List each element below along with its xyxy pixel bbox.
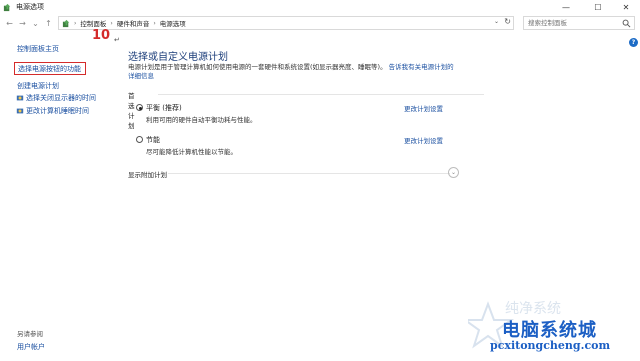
plan-radio[interactable] bbox=[136, 136, 143, 143]
close-button[interactable]: ✕ bbox=[612, 0, 640, 14]
sidebar-item-label: 创建电源计划 bbox=[17, 82, 59, 90]
change-plan-settings-link[interactable]: 更改计划设置 bbox=[404, 135, 443, 145]
breadcrumb-separator: › bbox=[110, 19, 113, 27]
search-input[interactable] bbox=[528, 19, 618, 27]
help-button[interactable]: ? bbox=[629, 38, 638, 47]
title-bar: 电源选项 bbox=[0, 0, 640, 14]
sidebar-home-link[interactable]: 控制面板主页 bbox=[17, 44, 59, 54]
breadcrumb-separator: › bbox=[74, 19, 77, 27]
user-accounts-link[interactable]: 用户帐户 bbox=[17, 342, 45, 352]
sidebar: 控制面板主页 选择电源按钮的功能 创建电源计划 选择关闭显示器的时间 更改计算机… bbox=[0, 32, 112, 361]
show-more-plans-label: 显示附加计划 bbox=[128, 171, 167, 179]
search-icon[interactable] bbox=[622, 19, 631, 28]
sidebar-item-label: 更改计算机睡眠时间 bbox=[26, 107, 89, 115]
back-button[interactable]: ← bbox=[3, 16, 16, 30]
address-dropdown-icon[interactable]: ⌄ bbox=[494, 18, 499, 25]
sidebar-item-sleep-time[interactable]: 更改计算机睡眠时间 bbox=[16, 106, 89, 116]
power-plan-icon bbox=[16, 95, 24, 101]
see-also-heading: 另请参阅 bbox=[17, 330, 43, 338]
sidebar-item-display-off[interactable]: 选择关闭显示器的时间 bbox=[16, 93, 96, 103]
sidebar-item-label: 选择电源按钮的功能 bbox=[18, 64, 81, 73]
breadcrumb-hardware-sound[interactable]: 硬件和声音 bbox=[117, 18, 150, 28]
sidebar-item-create-plan[interactable]: 创建电源计划 bbox=[17, 81, 59, 91]
breadcrumb-separator: › bbox=[153, 19, 156, 27]
power-options-icon bbox=[3, 3, 11, 11]
refresh-icon[interactable]: ↻ bbox=[504, 17, 511, 26]
breadcrumb-power-options[interactable]: 电源选项 bbox=[160, 18, 186, 28]
minimize-button[interactable]: — bbox=[552, 0, 580, 14]
section-divider bbox=[168, 173, 450, 174]
sidebar-item-power-button[interactable]: 选择电源按钮的功能 bbox=[14, 62, 86, 75]
plan-name[interactable]: 节能 bbox=[146, 135, 160, 145]
window-title: 电源选项 bbox=[16, 3, 44, 11]
expand-chevron-icon[interactable]: ⌄ bbox=[448, 167, 459, 178]
up-button[interactable]: ↑ bbox=[42, 16, 55, 30]
plan-description: 利用可用的硬件自动平衡功耗与性能。 bbox=[146, 116, 257, 124]
plan-radio-selected[interactable] bbox=[136, 104, 143, 111]
change-plan-settings-link[interactable]: 更改计划设置 bbox=[404, 103, 443, 113]
preferred-plans-label: 首选计划 bbox=[128, 92, 135, 130]
page-description: 电源计划是用于管理计算机如何使用电源的一套硬件和系统设置(如显示器亮度、睡眠等)… bbox=[128, 63, 458, 81]
description-text: 电源计划是用于管理计算机如何使用电源的一套硬件和系统设置(如显示器亮度、睡眠等)… bbox=[128, 63, 387, 71]
maximize-button[interactable]: ☐ bbox=[584, 0, 612, 14]
search-box[interactable] bbox=[523, 16, 635, 30]
annotation-mark: ↵ bbox=[114, 36, 120, 44]
plan-description: 尽可能降低计算机性能以节能。 bbox=[146, 148, 237, 156]
page-title: 选择或自定义电源计划 bbox=[128, 52, 228, 63]
section-divider bbox=[158, 94, 484, 95]
plan-name[interactable]: 平衡 (推荐) bbox=[146, 103, 182, 113]
sidebar-item-label: 选择关闭显示器的时间 bbox=[26, 94, 96, 102]
control-panel-icon bbox=[62, 19, 70, 27]
address-bar[interactable]: › 控制面板 › 硬件和声音 › 电源选项 ⌄ ↻ bbox=[58, 16, 514, 30]
forward-button[interactable]: → bbox=[16, 16, 29, 30]
watermark-faint-text: 纯净系统 bbox=[505, 301, 561, 317]
recent-locations-dropdown[interactable]: ⌄ bbox=[29, 16, 42, 30]
breadcrumb-control-panel[interactable]: 控制面板 bbox=[80, 18, 106, 28]
step-number-annotation: 10 bbox=[92, 28, 111, 43]
power-plan-icon bbox=[16, 108, 24, 114]
watermark-url: pcxitongcheng.com bbox=[490, 339, 611, 352]
